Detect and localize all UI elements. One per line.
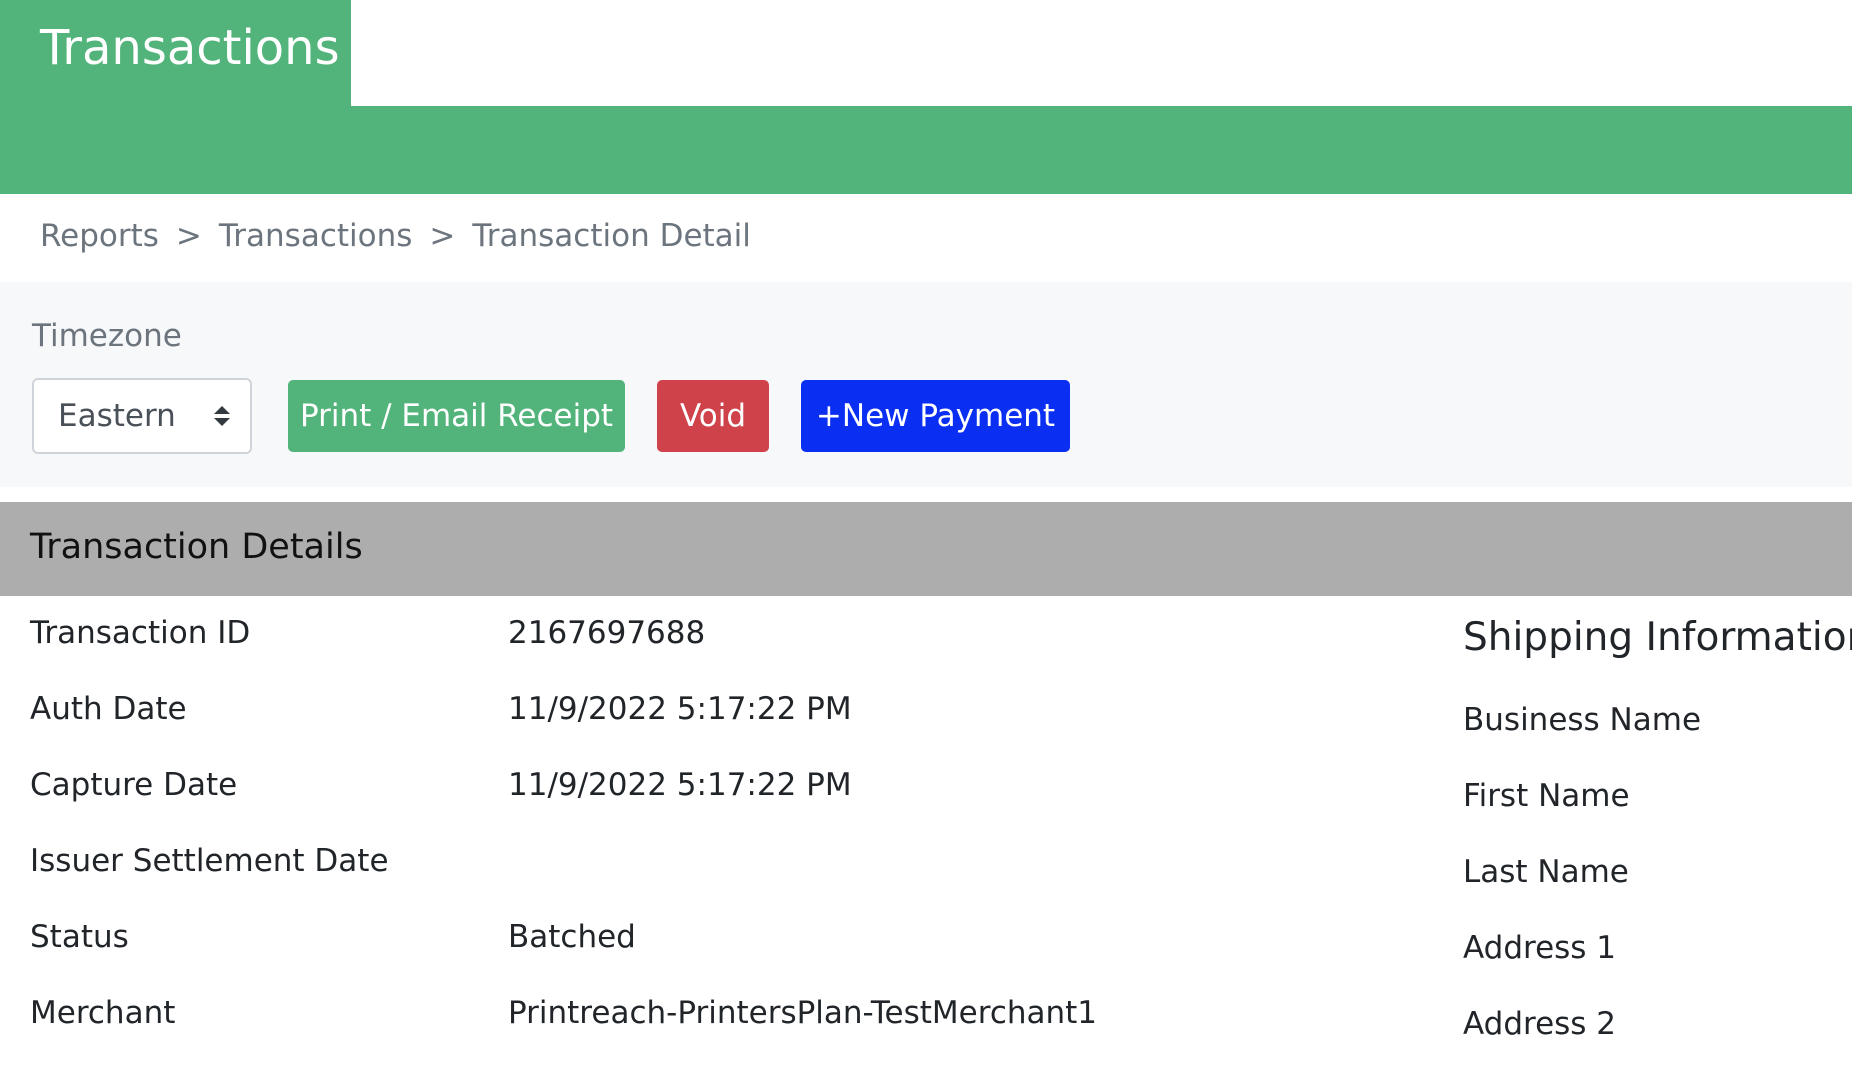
breadcrumb-item-current: Transaction Detail	[472, 218, 751, 254]
detail-label-merchant: Merchant	[30, 995, 176, 1031]
breadcrumb-item-reports[interactable]: Reports	[40, 218, 159, 254]
shipping-label-address-2: Address 2	[1463, 1006, 1617, 1042]
transaction-detail-page: Transactions Reports > Transactions > Tr…	[0, 0, 1852, 1066]
breadcrumb: Reports > Transactions > Transaction Det…	[40, 218, 751, 254]
page-header: Transactions	[0, 0, 1852, 194]
page-title: Transactions	[40, 20, 340, 76]
detail-value-transaction-id: 2167697688	[508, 615, 706, 651]
sort-arrows-icon	[214, 406, 230, 426]
timezone-selected-value: Eastern	[58, 398, 176, 434]
timezone-select[interactable]: Eastern	[32, 378, 252, 454]
new-payment-button[interactable]: +New Payment	[801, 380, 1070, 452]
detail-label-issuer-settlement-date: Issuer Settlement Date	[30, 843, 389, 879]
detail-value-merchant: Printreach-PrintersPlan-TestMerchant1	[508, 995, 1098, 1031]
detail-value-capture-date: 11/9/2022 5:17:22 PM	[508, 767, 852, 803]
header-band	[0, 106, 1852, 194]
shipping-information-title: Shipping Information	[1463, 615, 1852, 660]
detail-value-status: Batched	[508, 919, 636, 955]
detail-label-capture-date: Capture Date	[30, 767, 238, 803]
breadcrumb-separator: >	[429, 218, 456, 254]
print-email-receipt-button[interactable]: Print / Email Receipt	[288, 380, 625, 452]
timezone-label: Timezone	[32, 318, 182, 354]
detail-label-auth-date: Auth Date	[30, 691, 187, 727]
shipping-label-business-name: Business Name	[1463, 702, 1702, 738]
action-toolbar: Timezone Eastern Print / Email Receipt V…	[0, 282, 1852, 487]
detail-label-status: Status	[30, 919, 129, 955]
detail-label-transaction-id: Transaction ID	[30, 615, 251, 651]
transaction-details-title: Transaction Details	[30, 527, 363, 567]
shipping-label-first-name: First Name	[1463, 778, 1630, 814]
shipping-label-last-name: Last Name	[1463, 854, 1629, 890]
shipping-label-address-1: Address 1	[1463, 930, 1617, 966]
detail-value-auth-date: 11/9/2022 5:17:22 PM	[508, 691, 852, 727]
header-title-tab: Transactions	[0, 0, 351, 106]
breadcrumb-item-transactions[interactable]: Transactions	[219, 218, 413, 254]
breadcrumb-separator: >	[175, 218, 202, 254]
void-button[interactable]: Void	[657, 380, 769, 452]
transaction-details-header: Transaction Details	[0, 502, 1852, 596]
